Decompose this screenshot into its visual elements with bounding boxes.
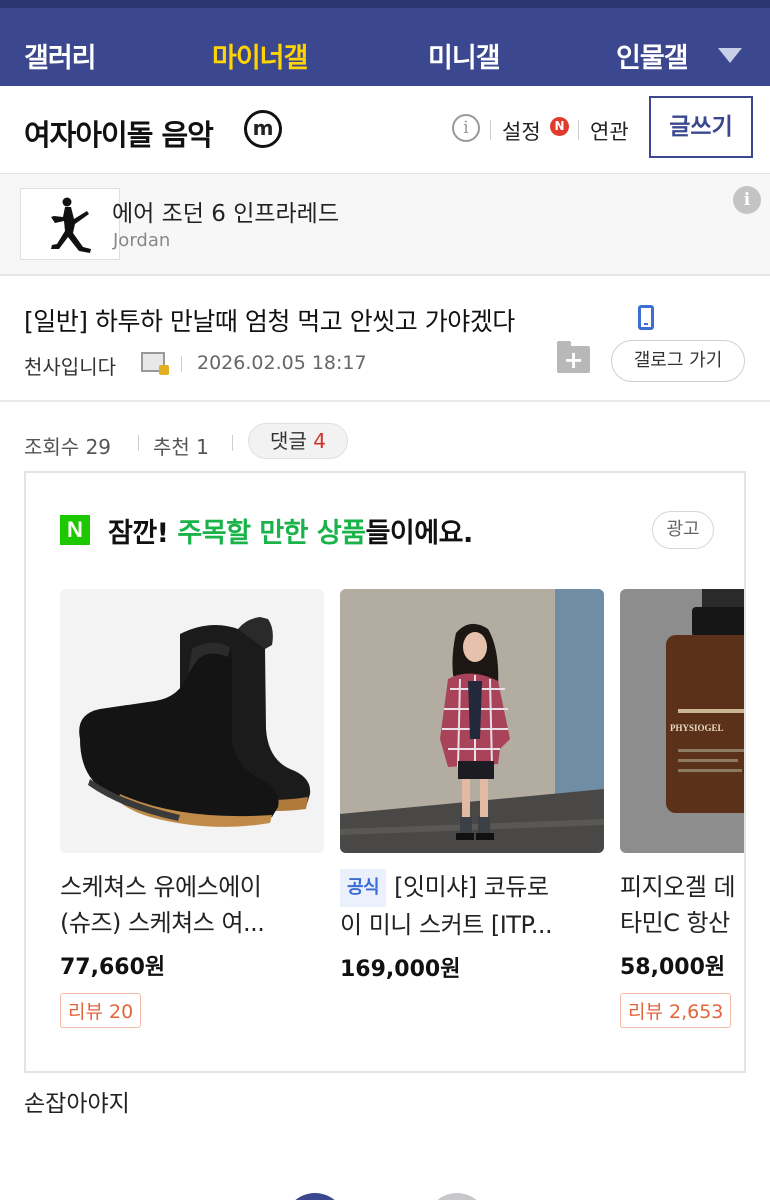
divider [232, 435, 233, 451]
product-ad-headline: 잠깐! 주목할 만한 상품들이에요. [108, 518, 473, 549]
ad-title[interactable]: 에어 조던 6 인프라레드 [112, 194, 339, 228]
ad-banner[interactable]: 에어 조던 6 인프라레드 Jordan i [0, 174, 770, 276]
divider [490, 120, 491, 140]
top-navigation: 갤러리 마이너갤 미니갤 인물갤 [0, 0, 770, 86]
minor-gallery-badge-icon: m [244, 110, 282, 148]
not-recommend-button[interactable] [426, 1193, 488, 1200]
divider [578, 120, 579, 140]
post-author[interactable]: 천사입니다 [24, 351, 116, 380]
tab-person-gallery[interactable]: 인물갤 [616, 36, 689, 75]
product-image[interactable] [60, 589, 324, 853]
recommend-button[interactable] [284, 1193, 346, 1200]
product-name[interactable]: 피지오겔 데 타민C 항산 [620, 869, 744, 941]
product-image[interactable] [340, 589, 604, 853]
ad-label[interactable]: 광고 [652, 511, 714, 549]
product-card[interactable]: 스케쳐스 유에스에이 (슈즈) 스케쳐스 여... 77,660원 리뷰 20 [60, 589, 324, 1028]
review-count-badge: 리뷰 20 [60, 993, 142, 1028]
gallery-header: 여자아이돌 음악 m i 설정 N 연관 글쓰기 [0, 86, 770, 174]
divider [138, 435, 139, 451]
product-image[interactable]: PHYSIOGEL [620, 589, 744, 853]
tab-gallery[interactable]: 갤러리 [24, 36, 97, 75]
ad-info-icon[interactable]: i [733, 186, 761, 214]
divider [0, 400, 770, 402]
mobile-icon [638, 305, 654, 330]
ad-brand: Jordan [113, 230, 171, 251]
product-price: 77,660원 [60, 955, 166, 980]
divider [181, 356, 182, 372]
post-date: 2026.02.05 18:17 [197, 352, 367, 374]
settings-link[interactable]: 설정 [502, 116, 541, 146]
recommend-count: 추천 1 [153, 435, 209, 459]
dropdown-arrow-icon[interactable] [718, 48, 742, 63]
view-count: 조회수 29 [24, 435, 112, 459]
product-price: 169,000원 [340, 957, 461, 982]
product-price: 58,000원 [620, 955, 726, 980]
naver-logo-icon: N [60, 515, 90, 545]
info-icon[interactable]: i [452, 114, 480, 142]
product-name[interactable]: 스케쳐스 유에스에이 (슈즈) 스케쳐스 여... [60, 869, 324, 941]
tab-mini-gallery[interactable]: 미니갤 [428, 36, 501, 75]
product-card[interactable]: 공식 [잇미샤] 코듀로 이 미니 스커트 [ITP... 169,000원 [340, 589, 604, 983]
product-card[interactable]: PHYSIOGEL 피지오겔 데 타민C 항산 58,000원 리뷰 2,653 [620, 589, 744, 1028]
official-badge: 공식 [340, 869, 387, 907]
gallog-button[interactable]: 갤로그 가기 [611, 340, 745, 382]
write-button[interactable]: 글쓰기 [649, 96, 753, 158]
comment-count-button[interactable]: 댓글 4 [248, 423, 348, 459]
add-folder-icon[interactable]: + [557, 341, 590, 374]
post-body-text: 손잡아야지 [24, 1091, 130, 1117]
product-ad-box: N 잠깐! 주목할 만한 상품들이에요. 광고 스케쳐스 유에스에이 (슈즈) … [24, 471, 746, 1073]
review-count-badge: 리뷰 2,653 [620, 993, 732, 1028]
gallery-title[interactable]: 여자아이돌 음악 [24, 112, 214, 154]
product-brand-text: PHYSIOGEL [670, 723, 724, 733]
tab-minor-gallery[interactable]: 마이너갤 [212, 36, 308, 75]
product-name[interactable]: 공식 [잇미샤] 코듀로 이 미니 스커트 [ITP... [340, 869, 604, 943]
related-link[interactable]: 연관 [590, 116, 629, 146]
post-title: [일반] 하투하 만날때 엄청 먹고 안씻고 가야겠다 [24, 307, 515, 336]
new-badge: N [550, 117, 569, 136]
jordan-logo-icon [20, 188, 120, 260]
fixed-nick-icon [141, 352, 169, 375]
